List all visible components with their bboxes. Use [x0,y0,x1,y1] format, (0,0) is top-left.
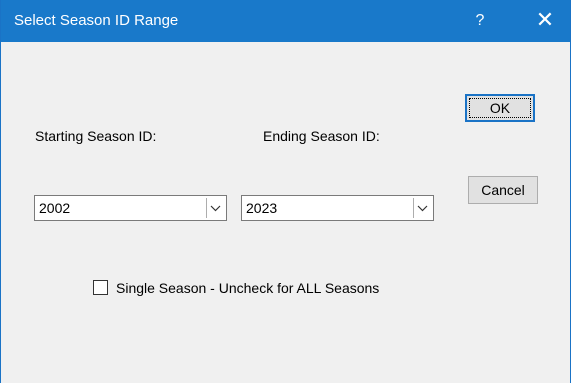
ending-season-value: 2023 [246,200,278,216]
chevron-down-icon[interactable] [413,198,431,218]
ok-button-label: OK [489,100,511,116]
select-season-dialog: Select Season ID Range ? ✕ Starting Seas… [0,0,571,383]
ending-season-select[interactable]: 2023 [241,195,434,221]
starting-season-label: Starting Season ID: [35,128,157,144]
ok-button[interactable]: OK [465,94,535,122]
title-bar[interactable]: Select Season ID Range ? ✕ [1,0,570,42]
single-season-checkbox[interactable] [93,280,108,295]
help-icon[interactable]: ? [467,0,493,42]
close-icon[interactable]: ✕ [530,0,560,42]
cancel-button[interactable]: Cancel [468,176,538,204]
ending-season-label: Ending Season ID: [263,128,380,144]
starting-season-value: 2002 [39,200,71,216]
dialog-title: Select Season ID Range [14,12,179,29]
starting-season-select[interactable]: 2002 [34,195,227,221]
cancel-button-label: Cancel [481,182,525,198]
single-season-label[interactable]: Single Season - Uncheck for ALL Seasons [116,280,379,296]
chevron-down-icon[interactable] [206,198,224,218]
